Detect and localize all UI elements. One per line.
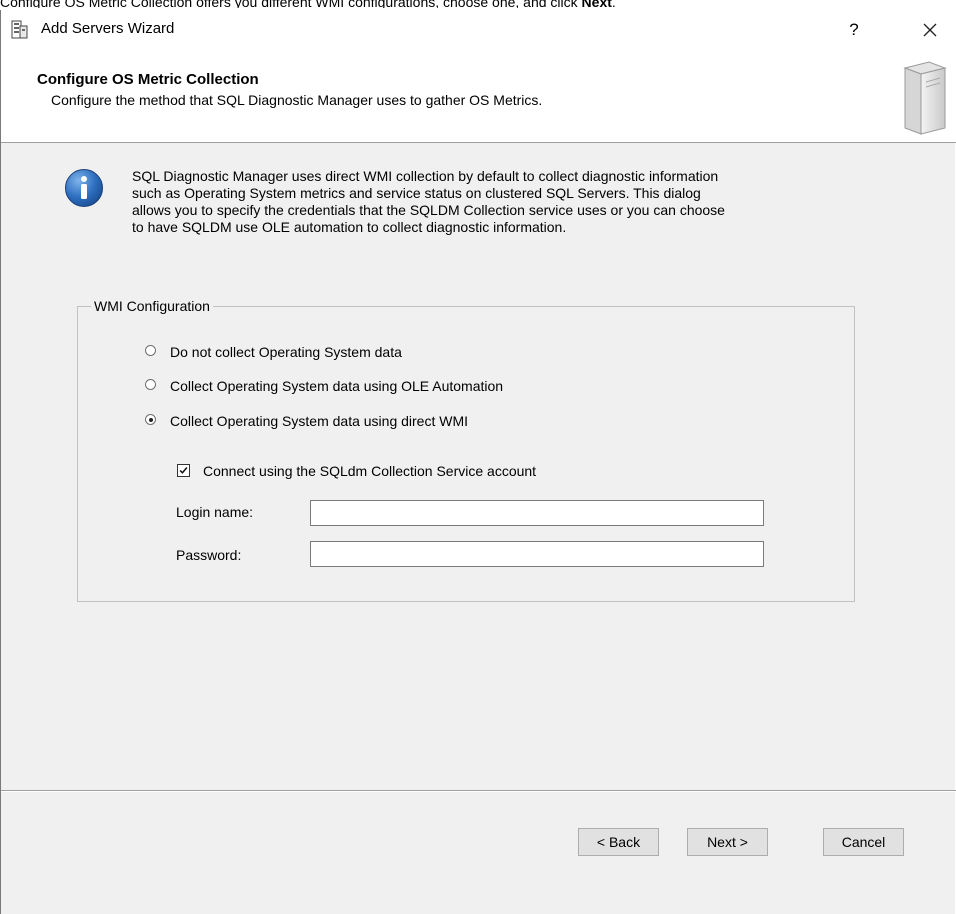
page-subtitle: Configure the method that SQL Diagnostic… <box>51 92 543 108</box>
radio-label: Do not collect Operating System data <box>170 344 402 360</box>
password-input[interactable] <box>310 541 764 567</box>
caption-bold-text: Next <box>581 0 612 8</box>
wizard-app-icon <box>11 20 28 39</box>
page-caption: Configure OS Metric Collection offers yo… <box>0 0 956 8</box>
caption-tail: . <box>611 0 616 8</box>
page-title: Configure OS Metric Collection <box>37 71 259 88</box>
info-line: SQL Diagnostic Manager uses direct WMI c… <box>132 168 719 184</box>
login-name-label: Login name: <box>176 504 254 520</box>
password-label: Password: <box>176 547 242 563</box>
radio-label: Collect Operating System data using OLE … <box>170 378 504 394</box>
checkbox-label: Connect using the SQLdm Collection Servi… <box>203 463 537 479</box>
info-line: such as Operating System metrics and ser… <box>132 185 701 201</box>
info-icon <box>65 169 103 207</box>
radio-selected-dot <box>148 417 153 422</box>
group-legend: WMI Configuration <box>91 298 213 314</box>
radio-label: Collect Operating System data using dire… <box>170 413 469 429</box>
window-title: Add Servers Wizard <box>41 20 175 37</box>
info-description: SQL Diagnostic Manager uses direct WMI c… <box>132 168 847 236</box>
title-bar: Add Servers Wizard ? <box>1 10 956 46</box>
caption-text: Configure OS Metric Collection offers yo… <box>0 0 582 8</box>
cancel-button[interactable]: Cancel <box>823 828 904 856</box>
wizard-window: Add Servers Wizard ? Configure OS Metric… <box>0 10 956 914</box>
radio-button[interactable] <box>145 345 156 356</box>
back-button[interactable]: < Back <box>578 828 659 856</box>
server-tower-icon <box>903 61 947 135</box>
next-button[interactable]: Next > <box>687 828 768 856</box>
checkbox-checked[interactable] <box>177 464 190 477</box>
wmi-configuration-group: WMI Configuration Do not collect Operati… <box>77 298 855 602</box>
help-button[interactable]: ? <box>839 17 869 43</box>
radio-button[interactable] <box>145 379 156 390</box>
info-line: allows you to specify the credentials th… <box>132 202 725 218</box>
footer-divider <box>1 790 956 792</box>
info-line: to have SQLDM use OLE automation to coll… <box>132 219 567 235</box>
login-name-input[interactable] <box>310 500 764 526</box>
close-icon[interactable] <box>915 17 945 43</box>
wizard-header: Configure OS Metric Collection Configure… <box>1 46 956 143</box>
radio-button-selected[interactable] <box>145 414 156 425</box>
